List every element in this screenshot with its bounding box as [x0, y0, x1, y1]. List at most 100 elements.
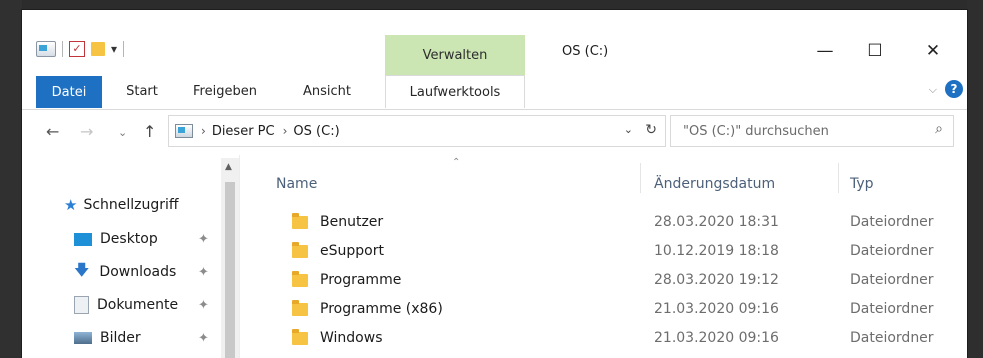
- breadcrumb-separator-icon[interactable]: ›: [283, 124, 288, 138]
- column-header-type[interactable]: Typ: [850, 169, 960, 199]
- navigation-pane: ★ Schnellzugriff Desktop ✦ 🡇 Downloads ✦…: [22, 155, 240, 358]
- desktop-background-top: [0, 0, 983, 10]
- address-history-chevron-icon[interactable]: ⌄: [624, 123, 633, 136]
- column-header-date[interactable]: Änderungsdatum: [654, 169, 834, 199]
- table-row[interactable]: eSupport 10.12.2019 18:18 Dateiordner: [240, 238, 967, 267]
- pictures-icon: [74, 332, 92, 344]
- sort-ascending-icon: ⌃: [452, 157, 461, 168]
- recent-locations-chevron-icon[interactable]: ⌄: [118, 126, 127, 139]
- explorer-window: ✓ ▾ Verwalten OS (C:) — ☐ ✕ Datei Start …: [22, 10, 967, 358]
- breadcrumb-separator-icon[interactable]: ›: [201, 124, 206, 138]
- search-placeholder: "OS (C:)" durchsuchen: [683, 123, 829, 139]
- row-date: 28.03.2020 19:12: [654, 272, 779, 288]
- pin-icon[interactable]: ✦: [198, 331, 209, 346]
- toolbar-separator: [123, 41, 125, 57]
- row-date: 10.12.2019 18:18: [654, 243, 779, 259]
- breadcrumb-drive-c[interactable]: OS (C:): [293, 124, 339, 139]
- nav-item-pictures[interactable]: Bilder: [74, 324, 141, 352]
- table-row[interactable]: Programme 28.03.2020 19:12 Dateiordner: [240, 267, 967, 296]
- tab-ansicht[interactable]: Ansicht: [294, 75, 360, 107]
- scrollbar-thumb[interactable]: [225, 182, 235, 358]
- row-name-cell: Benutzer: [292, 212, 384, 230]
- close-button[interactable]: ✕: [910, 36, 956, 66]
- row-date: 21.03.2020 09:16: [654, 301, 779, 317]
- column-header-label: Name: [276, 176, 318, 192]
- file-list: ⌃ Name Änderungsdatum Typ Benutzer 28.03…: [240, 155, 967, 358]
- star-icon: ★: [64, 196, 78, 214]
- manage-context-tab-group[interactable]: Verwalten: [385, 35, 525, 75]
- nav-quick-access[interactable]: ★ Schnellzugriff: [64, 191, 179, 219]
- row-date: 21.03.2020 09:16: [654, 330, 779, 346]
- row-type: Dateiordner: [850, 272, 934, 288]
- row-name: eSupport: [320, 243, 384, 259]
- column-divider[interactable]: [640, 163, 641, 193]
- this-pc-icon: [175, 124, 193, 138]
- column-header-label: Änderungsdatum: [654, 176, 776, 192]
- new-folder-icon[interactable]: [91, 42, 105, 56]
- pin-icon[interactable]: ✦: [198, 298, 209, 313]
- search-icon[interactable]: ⌕: [935, 121, 943, 137]
- row-name: Programme: [320, 272, 402, 288]
- table-row[interactable]: Programme (x86) 21.03.2020 09:16 Dateior…: [240, 296, 967, 325]
- row-date: 28.03.2020 18:31: [654, 214, 779, 230]
- address-row: ← → ⌄ ↑ › Dieser PC › OS (C:) ⌄ ↻ "OS (C…: [22, 110, 967, 154]
- nav-item-label: Dokumente: [97, 297, 179, 313]
- forward-arrow-icon[interactable]: →: [80, 122, 93, 141]
- pin-icon[interactable]: ✦: [198, 265, 209, 280]
- column-divider[interactable]: [838, 163, 839, 193]
- desktop-background-left: [0, 0, 22, 358]
- row-name-cell: Programme: [292, 270, 402, 288]
- nav-item-label: Bilder: [100, 330, 141, 346]
- tab-start[interactable]: Start: [118, 75, 166, 107]
- nav-item-desktop[interactable]: Desktop: [74, 225, 158, 253]
- help-icon[interactable]: ?: [945, 80, 963, 98]
- column-header-name[interactable]: Name: [276, 169, 636, 199]
- up-arrow-icon[interactable]: ↑: [143, 122, 156, 141]
- row-name: Windows: [320, 330, 383, 346]
- nav-item-documents[interactable]: Dokumente: [74, 291, 178, 319]
- tab-freigeben[interactable]: Freigeben: [188, 75, 262, 107]
- download-arrow-icon: 🡇: [74, 260, 90, 279]
- row-name-cell: eSupport: [292, 241, 384, 259]
- customize-dropdown-icon[interactable]: ▾: [111, 42, 117, 56]
- back-arrow-icon[interactable]: ←: [46, 122, 59, 141]
- desktop-icon: [74, 232, 92, 246]
- properties-checkbox-icon[interactable]: ✓: [69, 41, 85, 57]
- row-name: Benutzer: [320, 214, 384, 230]
- ribbon-tabs: Datei Start Freigeben Ansicht Laufwerkto…: [22, 75, 967, 110]
- folder-icon: [292, 212, 308, 229]
- nav-quick-access-label: Schnellzugriff: [83, 197, 179, 213]
- row-name-cell: Programme (x86): [292, 299, 443, 317]
- title-bar: ✓ ▾ Verwalten OS (C:) — ☐ ✕: [22, 10, 967, 80]
- table-row[interactable]: Windows 21.03.2020 09:16 Dateiordner: [240, 325, 967, 354]
- desktop-background-right: [967, 0, 983, 358]
- folder-icon: [292, 328, 308, 345]
- expand-ribbon-chevron-icon[interactable]: ⌵: [929, 83, 937, 97]
- address-bar[interactable]: › Dieser PC › OS (C:) ⌄ ↻: [168, 115, 666, 147]
- table-row[interactable]: Benutzer 28.03.2020 18:31 Dateiordner: [240, 209, 967, 238]
- row-name: Programme (x86): [320, 301, 443, 317]
- drive-icon[interactable]: [36, 41, 56, 57]
- minimize-button[interactable]: —: [802, 36, 848, 66]
- row-type: Dateiordner: [850, 214, 934, 230]
- row-name-cell: Windows: [292, 328, 383, 346]
- quick-access-toolbar: ✓ ▾: [36, 38, 125, 60]
- folder-icon: [292, 299, 308, 316]
- document-icon: [74, 296, 89, 314]
- tab-datei[interactable]: Datei: [36, 76, 102, 108]
- pin-icon[interactable]: ✦: [198, 232, 209, 247]
- scroll-up-arrow-icon[interactable]: ▲: [225, 162, 232, 172]
- folder-icon: [292, 241, 308, 258]
- nav-item-label: Downloads: [99, 264, 177, 280]
- nav-item-downloads[interactable]: 🡇 Downloads: [74, 258, 176, 286]
- nav-item-label: Desktop: [100, 231, 158, 247]
- breadcrumb-this-pc[interactable]: Dieser PC: [212, 124, 275, 139]
- window-title: OS (C:): [562, 44, 609, 59]
- navigation-pane-scrollbar[interactable]: ▲: [221, 158, 239, 358]
- tab-laufwerktools[interactable]: Laufwerktools: [385, 75, 525, 108]
- search-input[interactable]: "OS (C:)" durchsuchen ⌕: [670, 115, 954, 147]
- toolbar-separator: [62, 41, 63, 57]
- row-type: Dateiordner: [850, 330, 934, 346]
- refresh-icon[interactable]: ↻: [645, 122, 657, 138]
- maximize-button[interactable]: ☐: [852, 36, 898, 66]
